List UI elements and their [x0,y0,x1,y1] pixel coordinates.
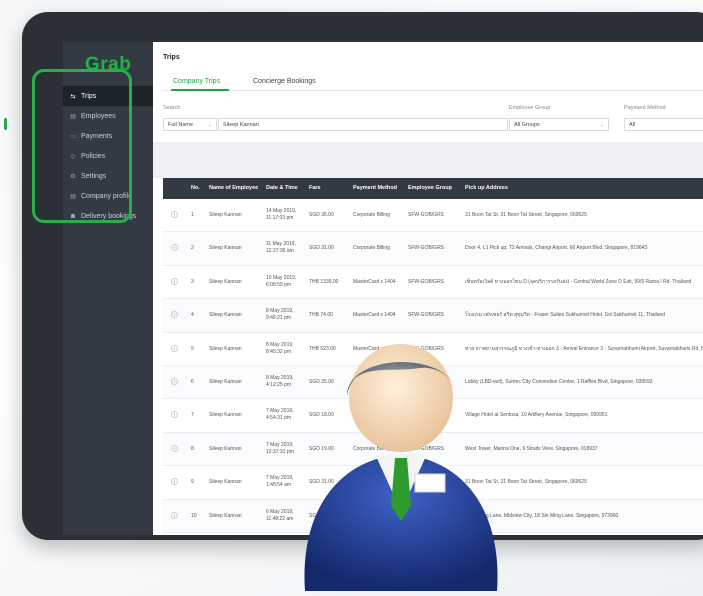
search-type-select[interactable]: Full Name ⌄ [163,118,217,131]
cell-employee-group: SFW-GOB/GRS [408,245,445,252]
cell-employee-name: Sileep Kannan [209,312,242,319]
col-pickup-address: Pick up Address [465,185,508,191]
employee-group-value: All Groups [514,121,540,128]
cell-no: 10 [191,512,197,519]
cell-payment-method: Corporate Billing [353,245,390,252]
chevron-down-icon: ⌄ [599,122,604,128]
cell-no: 9 [191,479,194,486]
cell-employee-group: SFW-GOB/GRS [408,212,445,218]
filter-divider-band [153,142,703,178]
cell-employee-name: Sileep Kannan [209,378,242,385]
cell-employee-name: Sileep Kannan [209,412,242,419]
search-label: Search [163,105,181,111]
cell-pickup-address: 31 Boon Tat St, 31 Boon Tat Street, Sing… [465,212,587,218]
cell-pickup-address: เซ็นทรัลเวิลด์ ทางออกโซน D (จุดบริการรถร… [465,278,692,285]
cell-pickup-address: Door 4, L1 Pick up, T2 Arrivals, Changi … [465,245,648,252]
col-employee-group: Employee Group [408,185,453,191]
cell-no: 8 [191,445,194,452]
cell-employee-group: SFW-GOB/GRS [408,312,445,319]
tab-bar: Company Trips Concierge Bookings [163,74,703,91]
cell-no: 7 [191,412,194,419]
cell-payment-method: Corporate Billing [353,212,390,218]
expand-row-icon[interactable]: › [171,244,178,252]
edge-marker [4,118,7,130]
cell-no: 3 [191,278,194,285]
table-row[interactable]: › 3 Sileep Kannan 10 May 2019, 6:08:59 pm TH… [163,266,703,300]
cell-employee-name: Sileep Kannan [209,445,242,452]
cell-pickup-address: โรงแรม เฟรเซอร์ สวีท สุขุมวิท - Fraser S… [465,312,666,319]
cell-employee-name: Sileep Kannan [209,278,242,285]
expand-row-icon[interactable]: › [171,344,178,352]
cell-date-time: 14 May 2019, 11:17:03 pm [266,208,297,221]
cell-fare: THB 74.00 [309,312,333,319]
expand-row-icon[interactable]: › [171,478,178,486]
expand-row-icon[interactable]: › [171,411,178,419]
col-employee-name: Name of Employee [209,185,259,191]
search-type-value: Full Name [168,121,194,128]
cell-no: 2 [191,245,194,252]
payment-method-label: Payment Method [624,105,666,111]
col-payment-method: Payment Method [353,185,398,191]
employee-group-select[interactable]: All Groups ⌄ [509,118,609,131]
payment-method-value: All [629,121,636,128]
col-date-time: Date & Time [266,185,298,191]
cell-employee-name: Sileep Kannan [209,512,242,519]
payment-method-select[interactable]: All [624,118,703,131]
cell-employee-name: Sileep Kannan [209,245,242,252]
expand-row-icon[interactable]: › [171,311,178,319]
cell-no: 5 [191,345,194,352]
cell-employee-name: Sileep Kannan [209,212,242,218]
user-avatar-icon [304,344,498,591]
cell-no: 4 [191,312,194,319]
expand-row-icon[interactable]: › [171,211,178,218]
employee-group-label: Employee Group [509,105,551,111]
cell-no: 1 [191,212,194,218]
cell-fare: THB 1335.00 [309,278,339,285]
table-row[interactable]: › 4 Sileep Kannan 8 May 2019, 9:46:21 pm THB… [163,299,703,333]
active-tab-indicator [171,89,229,91]
cell-payment-method: MasterCard x 1404 [353,312,396,319]
col-fare: Fare [309,185,321,191]
search-input[interactable]: Sileep Kannan [218,118,508,131]
cell-payment-method: MasterCard x 1404 [353,278,396,285]
cell-employee-name: Sileep Kannan [209,345,242,352]
cell-no: 6 [191,378,194,385]
head [349,344,453,452]
expand-row-icon[interactable]: › [171,277,178,285]
expand-row-icon[interactable]: › [171,377,178,385]
sidebar-highlight-outline [32,69,132,223]
search-input-value: Sileep Kannan [223,121,259,128]
table-header: No. Name of Employee Date & Time Fare Pa… [163,178,703,199]
name-badge [414,473,446,493]
cell-date-time: 10 May 2019, 6:08:59 pm [266,274,297,288]
chevron-down-icon: ⌄ [207,122,212,128]
table-row[interactable]: › 1 Sileep Kannan 14 May 2019, 11:17:03 pm S… [163,199,703,233]
cell-date-time: 11 May 2019, 12:27:36 am [266,241,296,255]
cell-employee-group: SFW-GOB/GRS [408,278,445,285]
table-row[interactable]: › 2 Sileep Kannan 11 May 2019, 12:27:36 am S… [163,232,703,266]
tab-company-trips[interactable]: Company Trips [173,78,220,85]
cell-fare: SGD 31.00 [309,245,334,252]
page-title: Trips [163,54,180,61]
cell-employee-name: Sileep Kannan [209,479,242,486]
cell-date-time: 8 May 2019, 9:46:21 pm [266,308,294,322]
expand-row-icon[interactable]: › [171,511,178,519]
expand-row-icon[interactable]: › [171,444,178,452]
col-no: No. [191,185,200,191]
cell-fare: SGD 36.00 [309,212,334,218]
tab-concierge-bookings[interactable]: Concierge Bookings [253,78,316,85]
